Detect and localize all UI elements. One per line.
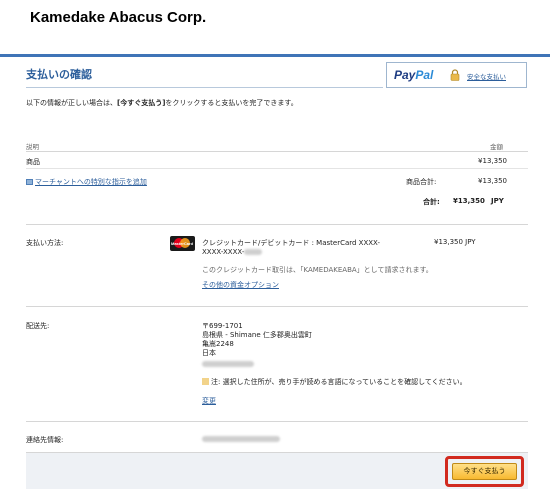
- mastercard-icon: MasterCard: [170, 236, 195, 251]
- shipping-label: 配送先:: [26, 322, 50, 330]
- header-bar: [0, 54, 550, 57]
- page-title: 支払いの確認: [26, 68, 92, 81]
- payment-amount: ¥13,350 JPY: [434, 238, 476, 246]
- billing-descriptor-note: このクレジットカード取引は、「KAMEDAKEABA」として請求されます。: [202, 266, 433, 274]
- subtotal-label: 商品合計:: [406, 178, 437, 186]
- section-divider: [26, 421, 528, 422]
- total-amount: ¥13,350: [453, 197, 485, 205]
- total-currency: JPY: [491, 197, 504, 205]
- redacted-email: [202, 435, 280, 443]
- card-number: XXXX-XXXX-: [202, 248, 263, 256]
- section-divider: [26, 224, 528, 225]
- title-divider: [26, 87, 383, 88]
- secure-payment-link[interactable]: 安全な支払い: [467, 71, 506, 81]
- item-divider: [26, 168, 528, 169]
- item-name: 商品: [26, 158, 40, 166]
- note-icon: [202, 378, 209, 385]
- pay-now-button[interactable]: 今すぐ支払う: [452, 463, 517, 480]
- redacted-card-digits: [244, 249, 263, 255]
- item-amount: ¥13,350: [478, 157, 507, 165]
- shipping-language-note: 注: 選択した住所が、売り手が読める言語になっていることを確認してください。: [202, 377, 467, 387]
- other-funding-options-link[interactable]: その他の資金オプション: [202, 280, 279, 290]
- subtotal-amount: ¥13,350: [478, 177, 507, 185]
- merchant-instructions-link[interactable]: マーチャントへの特別な指示を追加: [26, 177, 147, 187]
- change-address-link[interactable]: 変更: [202, 396, 216, 406]
- paypal-logo: PayPal: [394, 68, 434, 82]
- payment-method-label: 支払い方法:: [26, 239, 64, 247]
- address-country: 日本: [202, 349, 216, 357]
- section-divider: [26, 306, 528, 307]
- intro-text: 以下の情報が正しい場合は、[今すぐ支払う]をクリックすると支払いを完了できます。: [26, 99, 298, 107]
- column-header-description: 説明: [26, 143, 39, 151]
- column-header-amount: 金額: [490, 143, 503, 151]
- header-divider: [26, 151, 528, 152]
- contact-label: 連絡先情報:: [26, 436, 64, 444]
- card-description: クレジットカード/デビットカード : MasterCard XXXX-: [202, 239, 381, 247]
- note-icon: [26, 179, 33, 185]
- paypal-badge: PayPal 安全な支払い: [386, 62, 527, 88]
- total-label: 合計:: [423, 198, 440, 206]
- merchant-name: Kamedake Abacus Corp.: [30, 9, 207, 26]
- redacted-recipient-name: [202, 360, 254, 368]
- lock-icon: [450, 69, 460, 81]
